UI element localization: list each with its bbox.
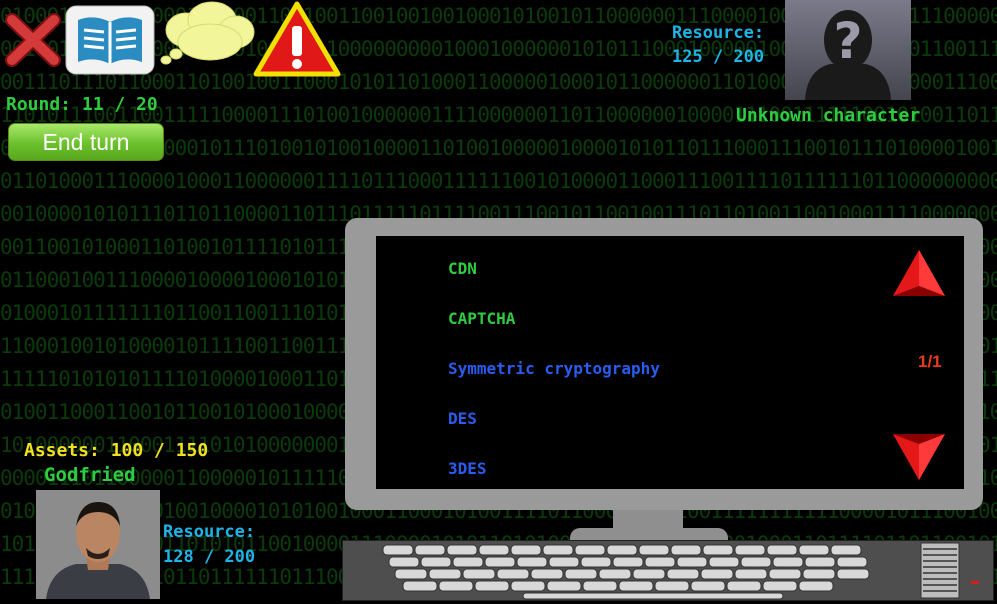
warning-icon[interactable] <box>252 0 342 78</box>
terminal-item[interactable]: CDN <box>448 259 477 278</box>
keyboard <box>342 540 994 601</box>
player-resource-value: 128 / 200 <box>163 547 256 567</box>
opponent-resource-label: Resource: <box>672 23 765 43</box>
player-resource-label: Resource: <box>163 522 256 542</box>
opponent-avatar[interactable]: ? <box>785 0 911 100</box>
scroll-up-icon[interactable] <box>891 248 947 300</box>
terminal-item[interactable]: Symmetric cryptography <box>448 359 660 378</box>
player-name: Godfried <box>44 464 136 486</box>
opponent-name: Unknown character <box>736 105 921 126</box>
terminal-item[interactable]: DES <box>448 409 477 428</box>
end-turn-button[interactable]: End turn <box>8 123 164 161</box>
close-icon[interactable] <box>4 12 62 68</box>
page-indicator: 1/1 <box>918 352 942 371</box>
assets-counter: Assets: 100 / 150 <box>24 440 209 461</box>
scroll-down-icon[interactable] <box>891 430 947 482</box>
round-counter: Round: 11 / 20 <box>6 94 158 115</box>
book-icon[interactable] <box>64 4 156 76</box>
svg-text:?: ? <box>833 12 862 70</box>
player-avatar[interactable] <box>36 490 160 599</box>
opponent-resource-value: 125 / 200 <box>672 47 765 67</box>
thought-cloud-icon[interactable] <box>160 0 256 70</box>
terminal-item[interactable]: 3DES <box>448 459 487 478</box>
terminal-item[interactable]: CAPTCHA <box>448 309 515 328</box>
